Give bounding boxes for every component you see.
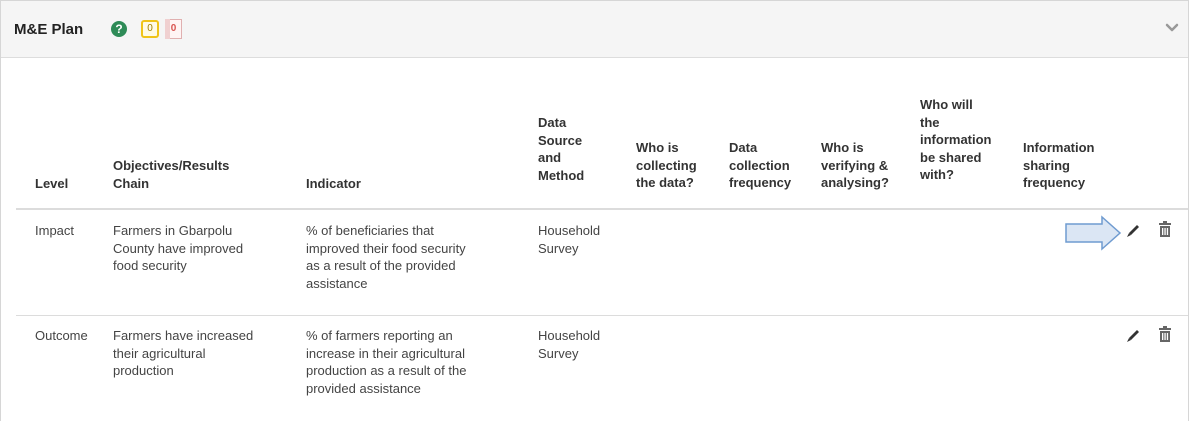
header-indicator: Indicator bbox=[306, 176, 361, 191]
count-badge[interactable]: 0 bbox=[141, 20, 159, 38]
row-indicator: % of farmers reporting an increase in the… bbox=[306, 328, 467, 396]
header-who-verifying: Who is verifying & analysing? bbox=[821, 140, 889, 190]
arrow-right-icon bbox=[1065, 215, 1122, 251]
document-badge[interactable]: 0 bbox=[165, 19, 182, 39]
panel-title: M&E Plan bbox=[14, 21, 84, 38]
header-who-collecting: Who is collecting the data? bbox=[636, 140, 697, 190]
row-indicator: % of beneficiaries that improved their fo… bbox=[306, 223, 466, 291]
header-sharing-frequency: Information sharing frequency bbox=[1023, 140, 1095, 190]
trash-icon[interactable] bbox=[1158, 326, 1172, 342]
header-divider bbox=[16, 208, 1188, 210]
row-data-source: Household Survey bbox=[538, 223, 601, 256]
header-data-source: Data Source and Method bbox=[538, 115, 585, 183]
row-level: Impact bbox=[35, 223, 75, 238]
trash-icon[interactable] bbox=[1158, 221, 1172, 237]
row-level: Outcome bbox=[35, 328, 88, 343]
chevron-down-icon[interactable] bbox=[1165, 22, 1179, 34]
header-collection-frequency: Data collection frequency bbox=[729, 140, 792, 190]
pencil-icon[interactable] bbox=[1125, 328, 1141, 344]
header-level: Level bbox=[35, 176, 69, 191]
question-circle-icon[interactable]: ? bbox=[111, 21, 127, 37]
header-objectives: Objectives/Results Chain bbox=[113, 158, 230, 191]
me-plan-panel: M&E Plan ? 0 0 Level Objectives/Results C… bbox=[0, 0, 1189, 421]
pencil-icon[interactable] bbox=[1125, 223, 1141, 239]
header-shared-with: Who will the information be shared with? bbox=[920, 97, 992, 182]
row-objective: Farmers have increased their agricultural… bbox=[113, 328, 254, 378]
row-data-source: Household Survey bbox=[538, 328, 601, 361]
row-divider bbox=[16, 315, 1188, 316]
panel-heading[interactable]: M&E Plan ? 0 0 bbox=[1, 1, 1188, 58]
row-objective: Farmers in Gbarpolu County have improved f… bbox=[113, 223, 244, 273]
